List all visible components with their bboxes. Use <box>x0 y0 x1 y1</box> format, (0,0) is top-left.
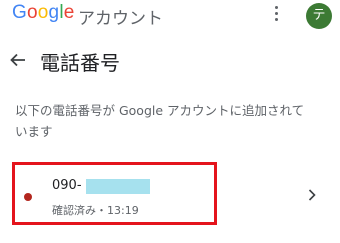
redacted-number <box>86 179 150 194</box>
avatar[interactable]: テ <box>306 3 332 29</box>
status-dot <box>24 193 32 201</box>
phone-number: 090- <box>52 178 82 193</box>
account-label: アカウント <box>78 9 163 29</box>
top-app-bar: Google アカウント テ <box>0 0 340 32</box>
chevron-right-icon[interactable] <box>307 188 317 202</box>
google-logo: Google <box>12 2 75 23</box>
more-options-icon[interactable] <box>271 6 281 26</box>
phone-number-item[interactable]: 090- 確認済み・13:19 <box>12 162 217 225</box>
page-title: 電話番号 <box>40 51 120 75</box>
back-arrow-icon[interactable] <box>9 51 27 69</box>
verification-status: 確認済み・13:19 <box>52 204 139 217</box>
page-description: 以下の電話番号が Google アカウントに追加されています <box>15 103 305 139</box>
